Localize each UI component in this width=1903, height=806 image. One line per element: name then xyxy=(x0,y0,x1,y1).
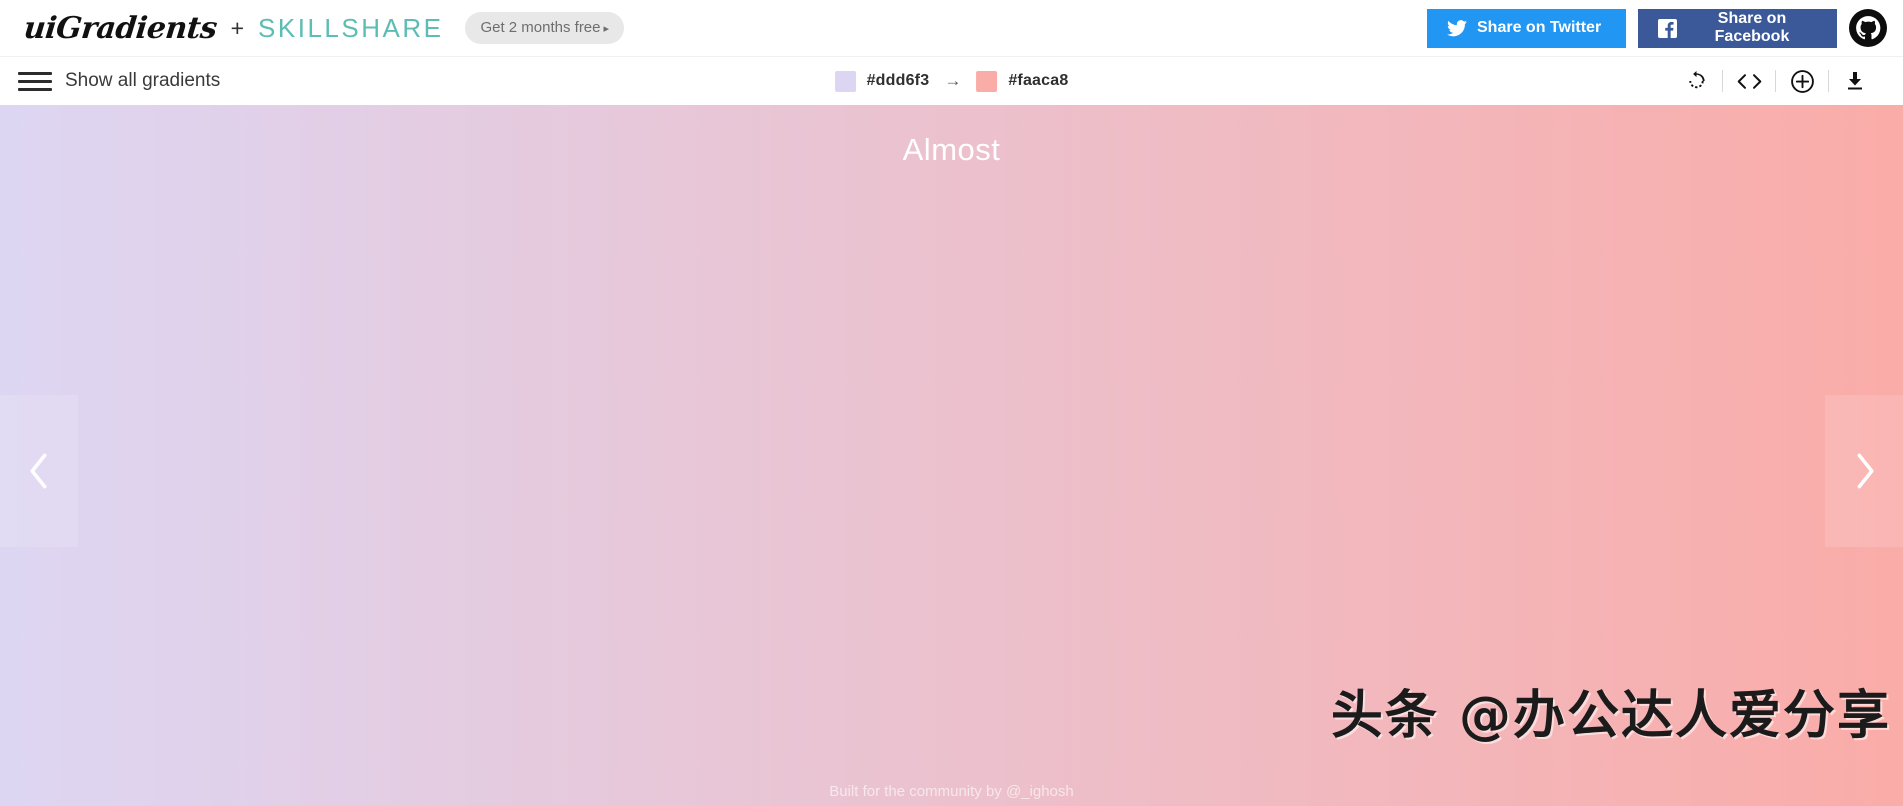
download-icon xyxy=(1848,72,1862,90)
code-icon xyxy=(1737,73,1761,89)
next-gradient-button[interactable] xyxy=(1825,395,1903,547)
promo-label: Get 2 months free xyxy=(480,19,601,36)
chevron-right-icon xyxy=(1857,453,1874,489)
top-bar: uiGradients + SKILLSHARE Get 2 months fr… xyxy=(0,0,1903,57)
gradient-preview: Almost 头条 @办公达人爱分享 Built for the communi… xyxy=(0,105,1903,806)
watermark-text: 头条 @办公达人爱分享 xyxy=(1330,686,1891,746)
caret-right-icon: ▸ xyxy=(603,23,610,35)
hamburger-icon xyxy=(18,71,52,91)
twitter-icon xyxy=(1447,19,1467,36)
add-gradient-button[interactable] xyxy=(1776,69,1828,94)
rotate-gradient-button[interactable] xyxy=(1670,70,1722,93)
color-swatch-end[interactable] xyxy=(976,70,998,92)
share-twitter-label: Share on Twitter xyxy=(1477,19,1602,36)
share-facebook-label: Share on Facebook xyxy=(1714,10,1790,45)
share-twitter-button[interactable]: Share on Twitter xyxy=(1427,8,1626,48)
color-swatch-start[interactable] xyxy=(834,70,856,92)
footer-credit: Built for the community by @_ighosh xyxy=(829,783,1074,800)
github-icon[interactable] xyxy=(1849,9,1887,47)
previous-gradient-button[interactable] xyxy=(0,395,78,547)
uigradients-logo[interactable]: uiGradients xyxy=(22,11,218,46)
gradient-title: Almost xyxy=(902,132,1001,167)
topbar-actions: Share on Twitter Share on Facebook xyxy=(1427,8,1887,48)
rotate-icon xyxy=(1688,70,1705,88)
plus-separator: + xyxy=(230,14,245,41)
brand-group: uiGradients + SKILLSHARE Get 2 months fr… xyxy=(22,11,625,46)
gradient-color-stops: #ddd6f3 → #faaca8 xyxy=(834,57,1069,105)
show-all-gradients-label: Show all gradients xyxy=(65,70,221,91)
promo-button[interactable]: Get 2 months free ▸ xyxy=(465,12,625,44)
view-code-button[interactable] xyxy=(1723,72,1775,91)
show-all-gradients-button[interactable]: Show all gradients xyxy=(18,70,220,92)
arrow-right-icon: → xyxy=(944,71,962,90)
add-icon xyxy=(1790,69,1814,93)
chevron-left-icon xyxy=(29,453,46,489)
facebook-icon xyxy=(1658,18,1677,38)
download-button[interactable] xyxy=(1829,69,1881,93)
color-hex-start[interactable]: #ddd6f3 xyxy=(867,72,930,90)
toolbar-actions xyxy=(1670,69,1881,94)
share-facebook-button[interactable]: Share on Facebook xyxy=(1638,8,1837,48)
color-hex-end[interactable]: #faaca8 xyxy=(1008,72,1068,90)
sub-toolbar: Show all gradients #ddd6f3 → #faaca8 xyxy=(0,57,1903,105)
skillshare-logo[interactable]: SKILLSHARE xyxy=(258,13,443,44)
